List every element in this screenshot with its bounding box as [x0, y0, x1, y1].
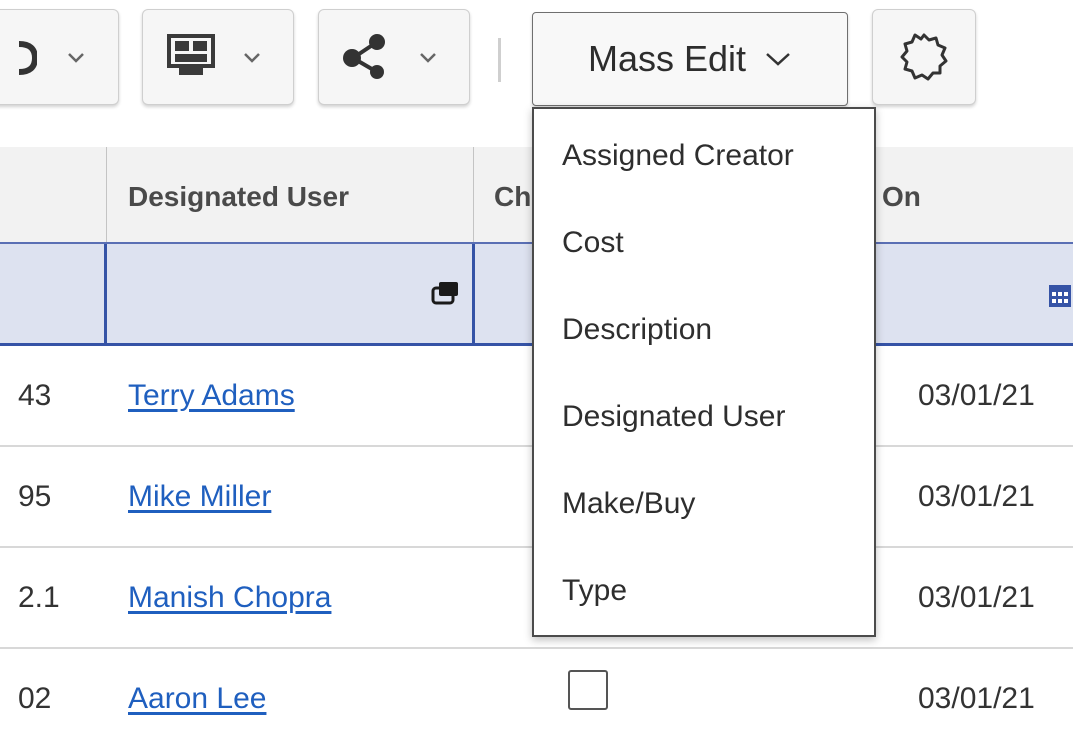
column-header-date[interactable]: On — [882, 181, 921, 213]
menu-item-make-buy[interactable]: Make/Buy — [562, 487, 695, 521]
chevron-down-icon — [766, 53, 790, 66]
partial-toolbar-button[interactable] — [0, 9, 119, 105]
toolbar-separator — [498, 38, 501, 82]
partial-icon — [18, 41, 37, 75]
row-number: 2.1 — [18, 581, 60, 614]
mass-edit-menu: Assigned Creator Cost Description Design… — [532, 107, 876, 637]
chevron-down-icon — [244, 53, 260, 63]
mass-edit-button[interactable]: Mass Edit — [532, 12, 848, 106]
row-checkbox[interactable] — [568, 670, 608, 710]
settings-button[interactable] — [872, 9, 976, 105]
column-header-designated-user[interactable]: Designated User — [128, 181, 349, 213]
mass-edit-label: Mass Edit — [587, 38, 747, 79]
designated-user-link[interactable]: Mike Miller — [128, 480, 271, 514]
share-icon — [343, 34, 385, 79]
chevron-down-icon — [68, 53, 84, 63]
filter-divider — [104, 244, 107, 343]
menu-item-description[interactable]: Description — [562, 313, 712, 347]
row-number: 02 — [18, 682, 52, 715]
date-cell: 03/01/21 — [918, 379, 1035, 412]
filter-divider — [472, 244, 475, 343]
row-number: 43 — [18, 379, 52, 412]
popup-icon[interactable] — [430, 280, 460, 306]
settings-gear-icon — [900, 33, 948, 81]
view-layout-button[interactable] — [142, 9, 294, 105]
date-cell: 03/01/21 — [918, 480, 1035, 513]
column-divider — [473, 147, 474, 242]
chevron-down-icon — [420, 53, 436, 63]
column-divider — [106, 147, 107, 242]
date-cell: 03/01/21 — [918, 682, 1035, 715]
row-number: 95 — [18, 480, 52, 513]
menu-item-type[interactable]: Type — [562, 574, 627, 608]
table-row: 02 Aaron Lee 03/01/21 — [0, 648, 1073, 748]
menu-item-assigned-creator[interactable]: Assigned Creator — [562, 139, 794, 173]
menu-item-designated-user[interactable]: Designated User — [562, 400, 785, 434]
share-button[interactable] — [318, 9, 470, 105]
calendar-icon[interactable] — [1048, 284, 1072, 308]
date-cell: 03/01/21 — [918, 581, 1035, 614]
designated-user-link[interactable]: Aaron Lee — [128, 682, 266, 716]
layout-view-icon — [167, 34, 215, 75]
designated-user-link[interactable]: Terry Adams — [128, 379, 295, 413]
designated-user-link[interactable]: Manish Chopra — [128, 581, 331, 615]
column-header-partial[interactable]: Ch — [494, 181, 531, 213]
menu-item-cost[interactable]: Cost — [562, 226, 624, 260]
